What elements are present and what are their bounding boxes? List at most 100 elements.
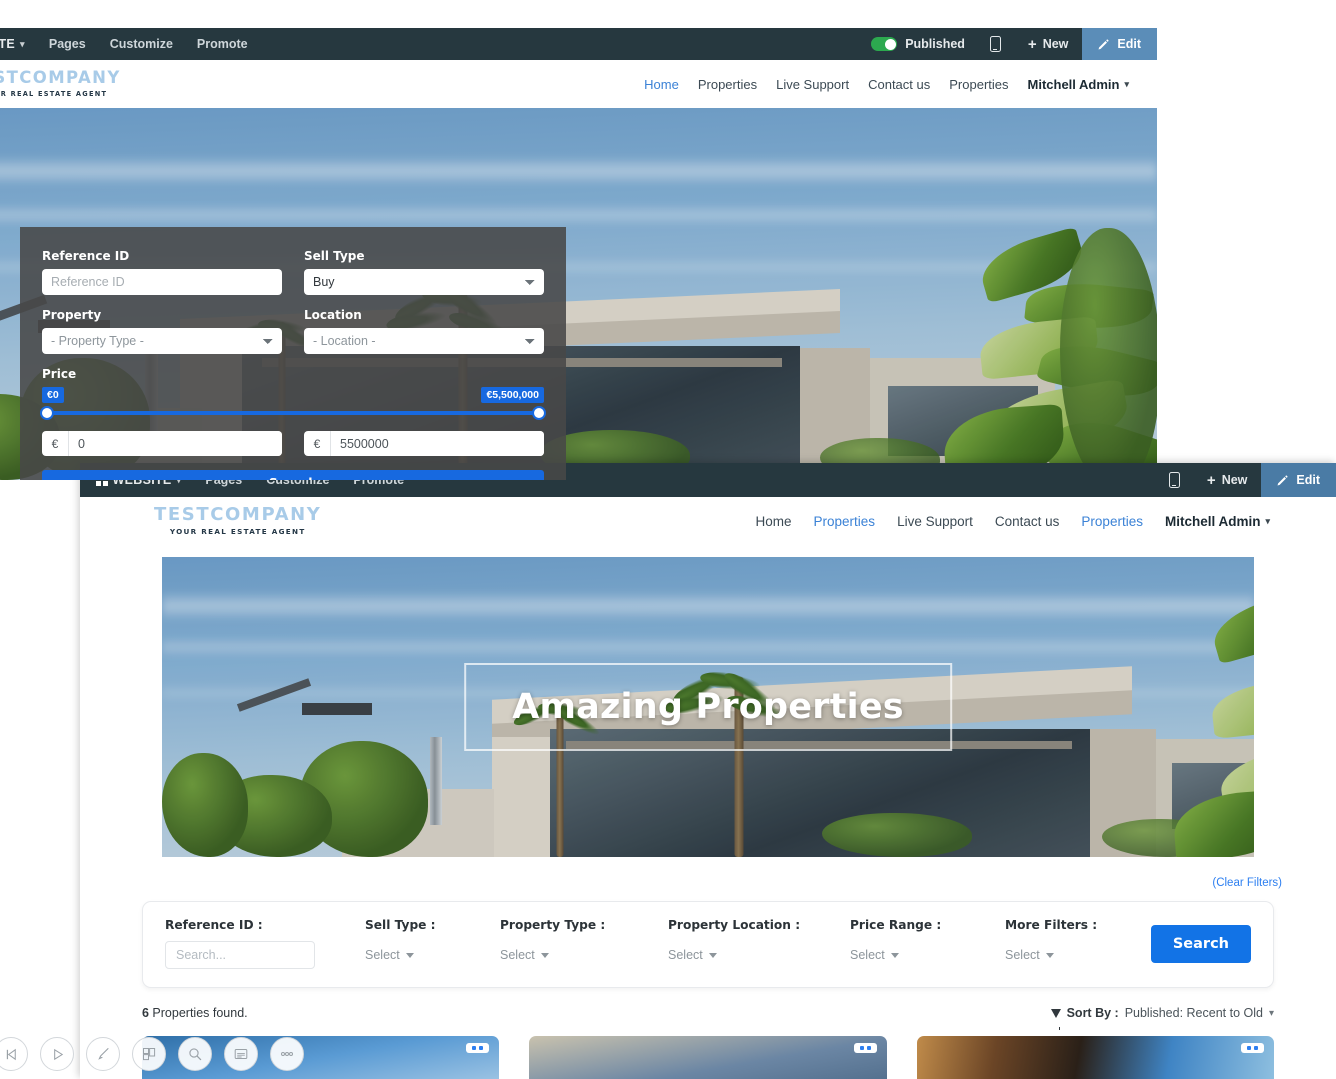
- search-button-1[interactable]: Search: [42, 470, 544, 480]
- slider-handle-max-1[interactable]: [532, 406, 546, 420]
- nav-properties-1[interactable]: Properties: [698, 77, 757, 92]
- nav-live-support-1[interactable]: Live Support: [776, 77, 849, 92]
- search-button-2[interactable]: Search: [1150, 924, 1251, 963]
- website-app-menu-1[interactable]: WEBSITE ▾: [0, 37, 37, 51]
- slider-track-1: [46, 411, 540, 415]
- price-min-pill-1: €0: [42, 387, 64, 404]
- site-navbar-1: TESTCOMPANY YOUR REAL ESTATE AGENT Home …: [0, 60, 1157, 108]
- card-badge: [853, 1043, 877, 1053]
- edit-button-2[interactable]: Edit: [1261, 463, 1336, 497]
- reference-id-label-2: Reference ID :: [165, 918, 263, 932]
- nav-live-support-2[interactable]: Live Support: [897, 514, 973, 529]
- logo-title-1: TESTCOMPANY: [0, 68, 121, 88]
- published-label-1: Published: [905, 37, 965, 51]
- pencil-icon: [1277, 475, 1289, 486]
- property-type-dropdown-2[interactable]: Select: [500, 941, 658, 969]
- nav-properties-2b[interactable]: Properties: [1081, 514, 1143, 529]
- browser-window-back: WEBSITE ▾ Pages Customize Promote Publis…: [0, 28, 1157, 480]
- sort-by-value: Published: Recent to Old: [1124, 1006, 1263, 1020]
- sort-by-control[interactable]: Sort By : Published: Recent to Old ▾: [1050, 1006, 1274, 1030]
- nav-contact-us-1[interactable]: Contact us: [868, 77, 930, 92]
- plus-icon: +: [1027, 35, 1037, 53]
- pencil-icon: [1098, 39, 1110, 50]
- filter-more-filters: More Filters : Select: [1005, 918, 1145, 969]
- more-icon: [281, 1052, 293, 1056]
- nav-contact-us-2[interactable]: Contact us: [995, 514, 1060, 529]
- play-icon: [53, 1048, 63, 1060]
- price-min-input-1[interactable]: [69, 431, 282, 456]
- caret-down-icon: [405, 952, 414, 958]
- filter-price-range: Price Range : Select: [850, 918, 1005, 969]
- toggle-switch-icon[interactable]: [871, 37, 898, 51]
- mobile-preview-button-1[interactable]: [977, 36, 1014, 52]
- property-card[interactable]: [529, 1036, 887, 1079]
- property-label-1: Property: [42, 308, 102, 322]
- mobile-preview-icon: [1168, 472, 1180, 488]
- price-max-field-1[interactable]: €: [304, 431, 544, 456]
- site-logo-2[interactable]: TESTCOMPANY YOUR REAL ESTATE AGENT: [94, 504, 322, 537]
- sort-by-label: Sort By :: [1066, 1006, 1119, 1020]
- property-location-value-2: Select: [668, 948, 703, 962]
- nav-properties-2[interactable]: Properties: [814, 514, 876, 529]
- brush-icon-button[interactable]: [86, 1037, 120, 1071]
- caret-down-icon: [540, 952, 549, 958]
- nav-properties-2-1[interactable]: Properties: [949, 77, 1008, 92]
- card-badge: [466, 1043, 490, 1053]
- menu-pages-1[interactable]: Pages: [37, 37, 98, 51]
- new-label-1: New: [1042, 37, 1069, 51]
- published-toggle-1[interactable]: Published: [859, 37, 977, 51]
- location-select-1[interactable]: - Location -: [304, 328, 544, 354]
- clear-filters-link[interactable]: (Clear Filters): [1212, 877, 1282, 889]
- site-logo-1[interactable]: TESTCOMPANY YOUR REAL ESTATE AGENT: [0, 70, 121, 98]
- reference-id-input-2[interactable]: [165, 941, 315, 969]
- property-filter-bar: Reference ID : Sell Type : Select Proper…: [142, 901, 1274, 988]
- results-summary-row: 6 Properties found. Sort By : Published:…: [142, 1006, 1274, 1030]
- nav-home-1[interactable]: Home: [644, 77, 679, 92]
- user-name-2: Mitchell Admin: [1164, 513, 1261, 529]
- window-icon-button[interactable]: [224, 1037, 258, 1071]
- edit-button-1[interactable]: Edit: [1082, 28, 1157, 60]
- user-name-1: Mitchell Admin: [1027, 76, 1120, 92]
- caret-down-icon: [1045, 952, 1054, 958]
- chevron-down-icon: ▾: [1265, 515, 1270, 526]
- reference-id-input-1[interactable]: [42, 269, 282, 295]
- new-button-2[interactable]: + New: [1193, 473, 1261, 488]
- more-icon-button[interactable]: [270, 1037, 304, 1071]
- reference-id-label-1: Reference ID: [42, 249, 130, 263]
- property-location-dropdown-2[interactable]: Select: [668, 941, 840, 969]
- card-badge: [1240, 1043, 1264, 1053]
- currency-symbol-icon: €: [42, 431, 69, 456]
- floating-toolbar: [0, 1037, 304, 1071]
- results-count-number: 6: [142, 1006, 149, 1020]
- new-button-1[interactable]: + New: [1014, 37, 1082, 52]
- layers-icon-button[interactable]: [132, 1037, 166, 1071]
- property-type-select-1[interactable]: - Property Type -: [42, 328, 282, 354]
- price-min-field-1[interactable]: €: [42, 431, 282, 456]
- play-icon-button[interactable]: [40, 1037, 74, 1071]
- clear-filters-row: (Clear Filters): [80, 857, 1336, 891]
- magnifier-icon-button[interactable]: [178, 1037, 212, 1071]
- logo-title-2: TESTCOMPANY: [154, 504, 322, 525]
- property-search-panel-1: Reference ID Sell Type Buy Property - Pr…: [20, 227, 566, 480]
- layers-icon: [143, 1048, 156, 1061]
- step-back-icon-button[interactable]: [0, 1037, 28, 1071]
- more-filters-dropdown-2[interactable]: Select: [1005, 941, 1135, 969]
- user-menu-1[interactable]: Mitchell Admin ▾: [1028, 77, 1130, 92]
- price-range-slider-1[interactable]: €0 €5,500,000: [40, 387, 546, 423]
- price-label-1: Price: [42, 367, 77, 381]
- mobile-preview-button-2[interactable]: [1156, 472, 1193, 488]
- more-filters-value-2: Select: [1005, 948, 1040, 962]
- edit-label-2: Edit: [1296, 473, 1320, 487]
- chevron-down-icon: ▾: [1268, 1007, 1274, 1019]
- nav-home-2[interactable]: Home: [756, 514, 792, 529]
- sell-type-select-1[interactable]: Buy: [304, 269, 544, 295]
- property-card[interactable]: [916, 1036, 1274, 1079]
- menu-customize-1[interactable]: Customize: [98, 37, 185, 51]
- price-max-input-1[interactable]: [331, 431, 544, 456]
- menu-promote-1[interactable]: Promote: [185, 37, 260, 51]
- price-range-dropdown-2[interactable]: Select: [850, 941, 995, 969]
- sell-type-dropdown-2[interactable]: Select: [365, 941, 490, 969]
- slider-handle-min-1[interactable]: [40, 406, 54, 420]
- user-menu-2[interactable]: Mitchell Admin ▾: [1165, 514, 1270, 529]
- filter-reference-id: Reference ID :: [165, 918, 365, 969]
